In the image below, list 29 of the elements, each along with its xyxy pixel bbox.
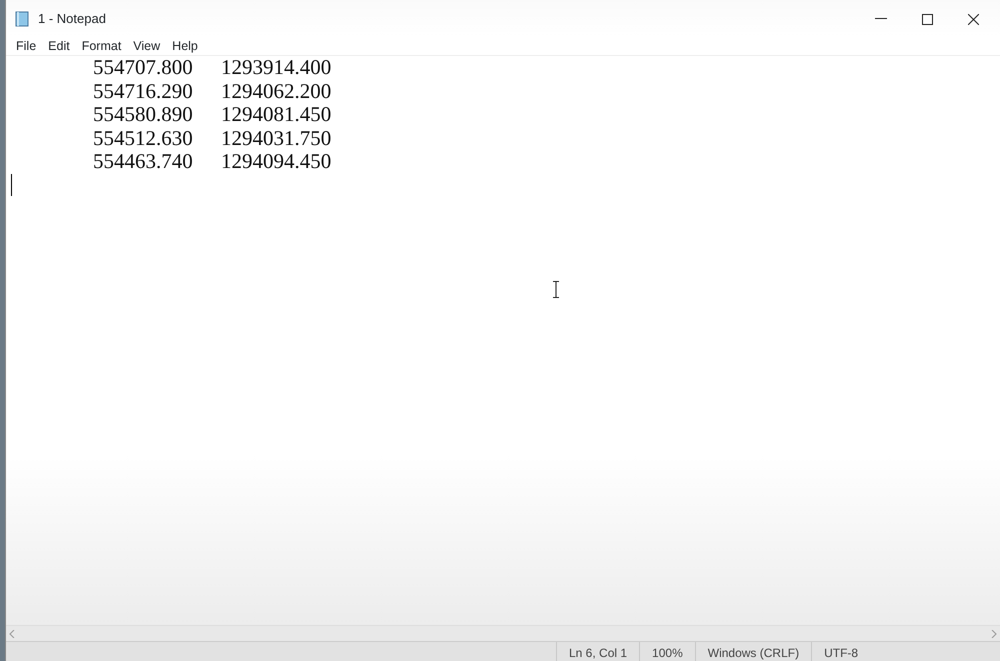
status-text: Windows (CRLF) <box>694 642 812 661</box>
text-value: 554580.890 <box>93 103 194 126</box>
text-value: 554716.290 <box>93 80 194 103</box>
i-beam-cursor-icon <box>552 281 560 298</box>
menu-item[interactable]: File <box>10 37 42 56</box>
menu-item[interactable]: Help <box>166 37 204 56</box>
status-text: Ln 6, Col 1 <box>556 642 640 661</box>
horizontal-scrollbar[interactable] <box>6 625 1000 641</box>
close-icon <box>968 14 978 24</box>
text-value: 1294081.450 <box>221 103 332 126</box>
text-value: 1294062.200 <box>221 80 332 103</box>
status-text: UTF-8 <box>811 642 870 661</box>
text-value: 1293914.400 <box>221 56 332 80</box>
text-value: 554512.630 <box>93 126 194 150</box>
menu-item[interactable]: Format <box>76 37 128 56</box>
minimize-icon <box>875 18 887 20</box>
scroll-left-icon <box>9 630 15 638</box>
text-value: 1294031.750 <box>221 126 332 150</box>
text-value: 554463.740 <box>93 150 194 174</box>
menu-item[interactable]: View <box>127 37 166 56</box>
text-value: 554707.800 <box>93 56 194 80</box>
text-caret <box>11 174 12 196</box>
window-title: 1 - Notepad <box>38 10 107 28</box>
text-value: 1294094.450 <box>221 150 332 174</box>
status-text: 100% <box>639 642 695 661</box>
notepad-icon <box>14 11 30 27</box>
menu-item[interactable]: Edit <box>42 37 76 56</box>
scroll-right-icon <box>991 630 997 638</box>
maximize-icon <box>922 14 932 24</box>
